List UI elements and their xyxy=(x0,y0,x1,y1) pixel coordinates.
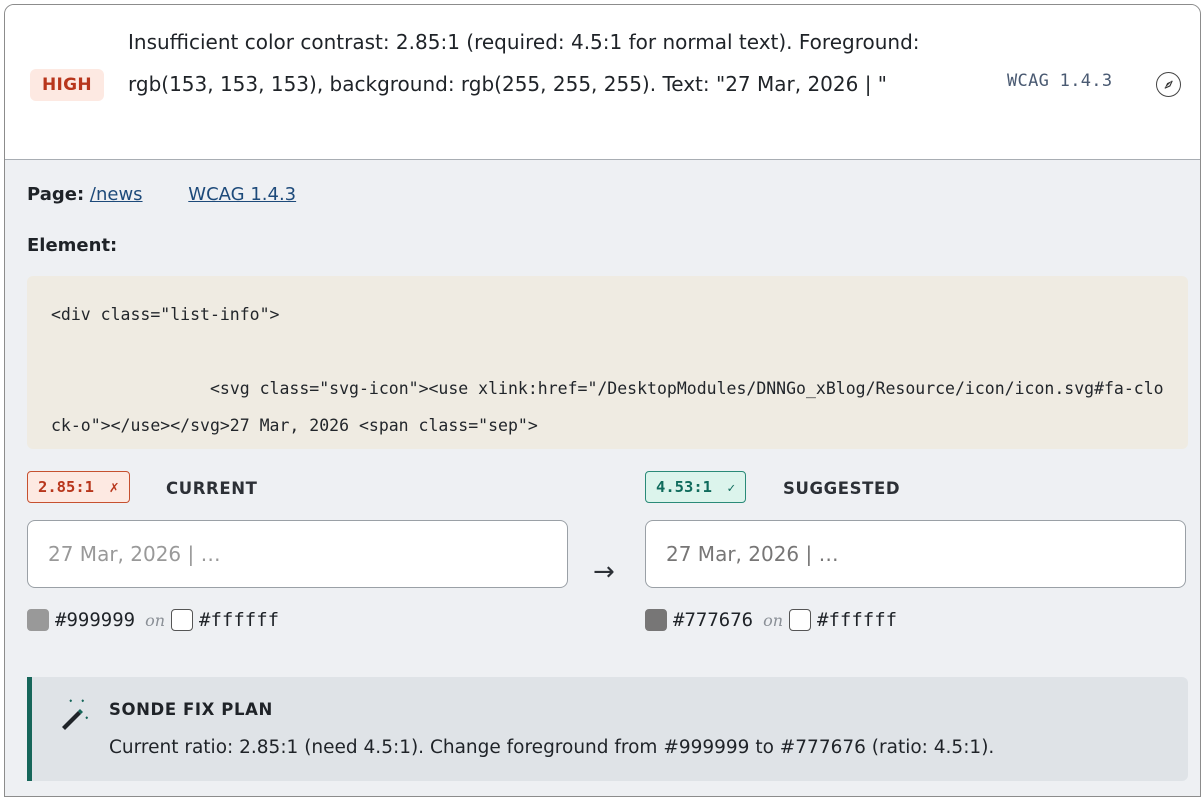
criterion-link[interactable]: WCAG 1.4.3 xyxy=(188,184,296,205)
fix-plan-title: SONDE FIX PLAN xyxy=(109,700,273,719)
issue-header[interactable]: HIGH Insufficient color contrast: 2.85:1… xyxy=(5,5,1200,160)
page-label: Page: xyxy=(27,184,85,205)
suggested-ratio: 4.53:1 xyxy=(656,478,712,496)
issue-title: Insufficient color contrast: 2.85:1 (req… xyxy=(128,30,920,96)
suggested-ratio-badge: 4.53:1 ✓ xyxy=(645,471,747,503)
compass-needle-icon xyxy=(1164,80,1173,89)
page-meta: Page: /news WCAG 1.4.3 xyxy=(27,184,296,205)
current-ratio-badge: 2.85:1 ✗ xyxy=(27,471,130,503)
current-ratio: 2.85:1 xyxy=(38,478,94,496)
pass-icon: ✓ xyxy=(727,481,736,496)
fg-hex: #999999 xyxy=(55,609,136,631)
element-code-block: <div class="list-info"> <svg class="svg-… xyxy=(27,276,1188,449)
severity-badge: HIGH xyxy=(30,69,104,101)
fg-hex: #777676 xyxy=(673,609,754,631)
suggested-swatches: #777676 on #ffffff xyxy=(645,609,897,631)
current-label: CURRENT xyxy=(166,479,258,498)
element-label: Element: xyxy=(27,235,118,256)
fg-swatch xyxy=(27,609,49,631)
fix-plan: SONDE FIX PLAN Current ratio: 2.85:1 (ne… xyxy=(27,677,1188,781)
bg-swatch xyxy=(789,609,812,631)
current-swatches: #999999 on #ffffff xyxy=(27,609,279,631)
arrow-right-icon: → xyxy=(593,557,615,587)
on-text: on xyxy=(145,610,166,630)
page-link[interactable]: /news xyxy=(90,184,143,205)
suggested-preview: 27 Mar, 2026 | … xyxy=(645,520,1186,588)
current-preview: 27 Mar, 2026 | … xyxy=(27,520,568,588)
bg-swatch xyxy=(171,609,194,631)
criterion-label: WCAG 1.4.3 xyxy=(1007,71,1113,91)
fix-plan-text: Current ratio: 2.85:1 (need 4.5:1). Chan… xyxy=(109,737,995,758)
on-text: on xyxy=(763,610,784,630)
issue-card: HIGH Insufficient color contrast: 2.85:1… xyxy=(4,4,1201,797)
bg-hex: #ffffff xyxy=(199,609,280,631)
bg-hex: #ffffff xyxy=(817,609,898,631)
fg-swatch xyxy=(645,609,667,631)
magic-wand-icon xyxy=(62,699,89,730)
suggested-label: SUGGESTED xyxy=(783,479,901,498)
fail-icon: ✗ xyxy=(109,478,119,496)
compass-icon[interactable] xyxy=(1156,72,1181,97)
